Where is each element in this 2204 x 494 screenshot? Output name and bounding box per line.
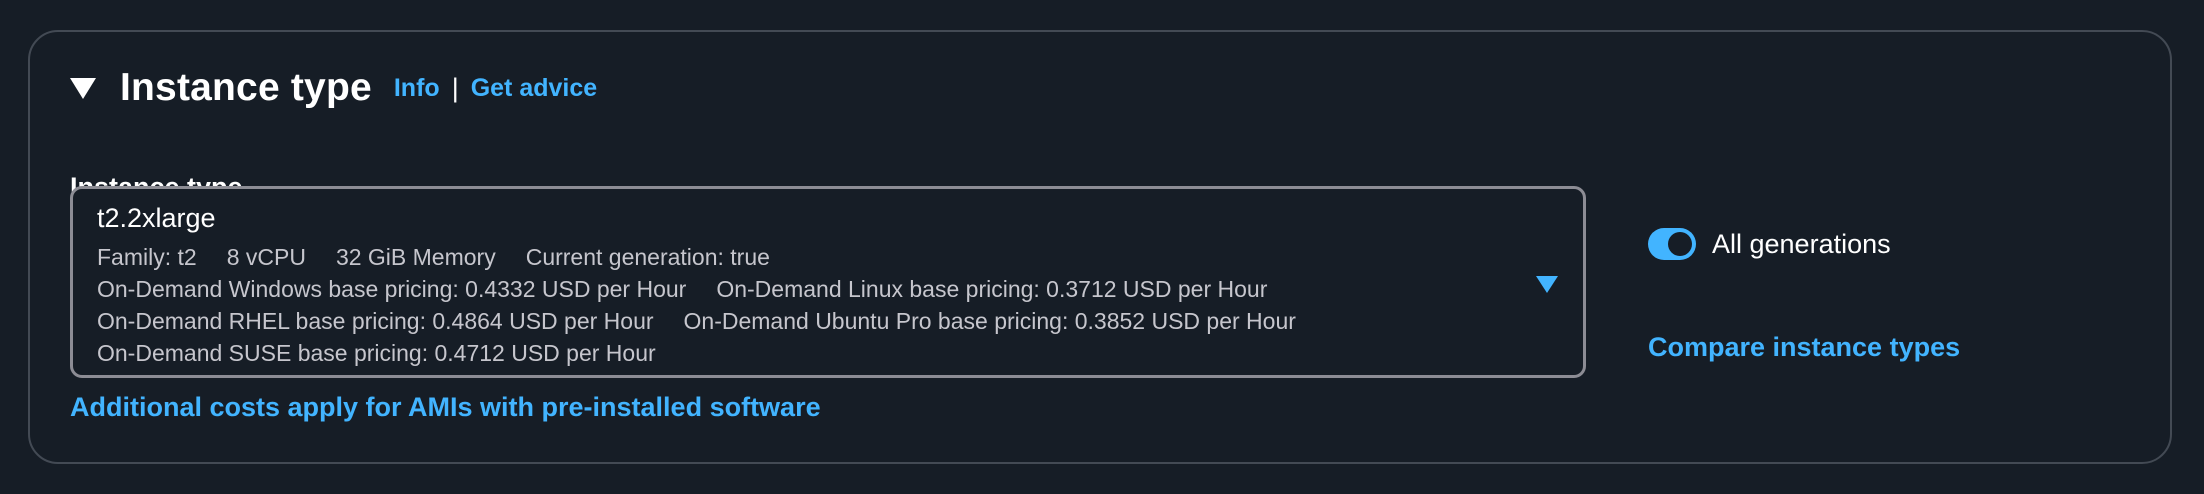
- link-separator: |: [451, 72, 459, 103]
- details-line-3: On-Demand RHEL base pricing: 0.4864 USD …: [97, 305, 1296, 337]
- instance-details: Family: t2 8 vCPU 32 GiB Memory Current gen…: [97, 241, 1296, 369]
- all-generations-toggle[interactable]: [1648, 228, 1696, 260]
- additional-costs-link[interactable]: Additional costs apply for AMIs with pre…: [70, 392, 821, 423]
- memory-text: 32 GiB Memory: [335, 244, 496, 270]
- selected-instance-type: t2.2xlarge: [97, 203, 216, 233]
- rhel-pricing-text: On-Demand RHEL base pricing: 0.4864 USD …: [97, 308, 654, 334]
- caret-down-icon[interactable]: [70, 77, 96, 99]
- instance-type-panel: Instance type Info | Get advice Instance…: [28, 30, 2172, 464]
- family-text: Family: t2: [97, 244, 197, 270]
- get-advice-link[interactable]: Get advice: [471, 74, 597, 103]
- details-line-1: Family: t2 8 vCPU 32 GiB Memory Current gen…: [97, 241, 1296, 273]
- section-header: Instance type Info | Get advice: [70, 66, 597, 110]
- info-link[interactable]: Info: [394, 74, 440, 103]
- instance-type-select[interactable]: t2.2xlarge Family: t2 8 vCPU 32 GiB Memory…: [70, 186, 1586, 378]
- vcpu-text: 8 vCPU: [226, 244, 306, 270]
- suse-pricing-text: On-Demand SUSE base pricing: 0.4712 USD …: [97, 340, 656, 366]
- compare-instance-types-link[interactable]: Compare instance types: [1648, 332, 1960, 363]
- linux-pricing-text: On-Demand Linux base pricing: 0.3712 USD…: [716, 276, 1268, 302]
- all-generations-label: All generations: [1712, 228, 1891, 259]
- section-title: Instance type: [120, 66, 372, 109]
- toggle-knob: [1668, 232, 1692, 256]
- dropdown-arrow-icon[interactable]: [1536, 276, 1558, 293]
- details-line-2: On-Demand Windows base pricing: 0.4332 U…: [97, 273, 1296, 305]
- ubuntu-pricing-text: On-Demand Ubuntu Pro base pricing: 0.385…: [683, 308, 1296, 334]
- details-line-4: On-Demand SUSE base pricing: 0.4712 USD …: [97, 337, 1296, 369]
- generation-text: Current generation: true: [525, 244, 770, 270]
- all-generations-toggle-row: All generations: [1648, 228, 1891, 260]
- windows-pricing-text: On-Demand Windows base pricing: 0.4332 U…: [97, 276, 687, 302]
